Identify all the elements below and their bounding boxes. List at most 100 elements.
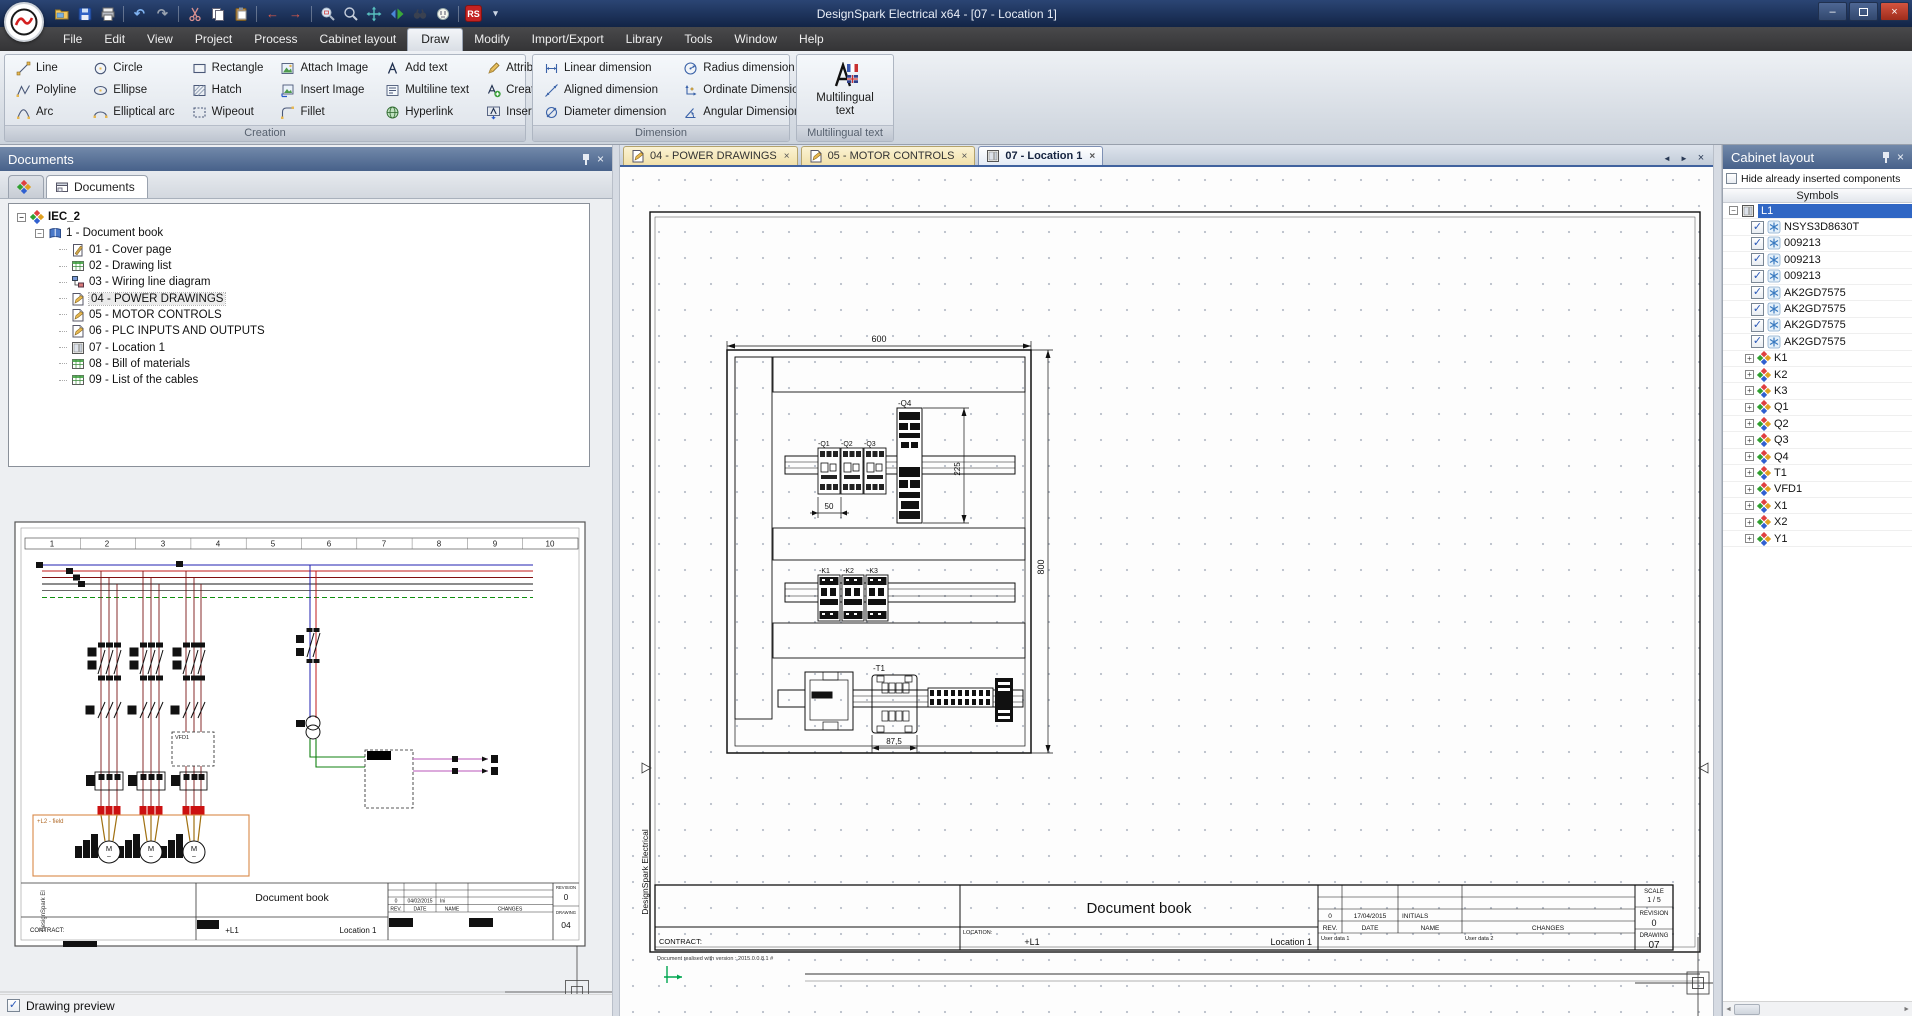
close-tab-icon[interactable]: × bbox=[962, 151, 968, 162]
tree-item-drawing-list[interactable]: 02 - Drawing list bbox=[11, 258, 587, 274]
component-row[interactable]: +T1 bbox=[1723, 465, 1912, 481]
expand-icon[interactable]: + bbox=[1745, 485, 1754, 494]
symbol-checkbox[interactable]: ✓ bbox=[1751, 270, 1764, 283]
attach-image-button[interactable]: Attach Image bbox=[276, 57, 372, 79]
menu-help[interactable]: Help bbox=[788, 28, 835, 51]
collapse-icon[interactable]: − bbox=[17, 213, 26, 222]
component-row[interactable]: +K1 bbox=[1723, 351, 1912, 367]
expand-icon[interactable]: + bbox=[1745, 534, 1754, 543]
tree-item-location-1[interactable]: 07 - Location 1 bbox=[11, 339, 587, 355]
menu-edit[interactable]: Edit bbox=[93, 28, 136, 51]
menu-view[interactable]: View bbox=[136, 28, 184, 51]
symbols-column-header[interactable]: Symbols bbox=[1723, 188, 1912, 203]
contactors-k1-k3[interactable] bbox=[818, 575, 888, 621]
expand-icon[interactable]: + bbox=[1745, 354, 1754, 363]
close-panel-icon[interactable]: × bbox=[597, 153, 604, 165]
component-icon[interactable] bbox=[433, 4, 452, 23]
circle-button[interactable]: Circle bbox=[89, 57, 178, 79]
forward-icon[interactable]: → bbox=[286, 4, 305, 23]
project-tab[interactable] bbox=[8, 175, 44, 198]
close-panel-icon[interactable]: × bbox=[1897, 151, 1904, 163]
menu-tools[interactable]: Tools bbox=[673, 28, 723, 51]
hyperlink-button[interactable]: Hyperlink bbox=[381, 101, 473, 123]
scroll-left-icon[interactable]: ◄ bbox=[1725, 1006, 1732, 1013]
tree-node-l1[interactable]: − L1 bbox=[1723, 203, 1912, 219]
expand-icon[interactable]: + bbox=[1745, 436, 1754, 445]
symbol-row[interactable]: ✓009213 bbox=[1723, 252, 1912, 268]
find-icon[interactable] bbox=[410, 4, 429, 23]
diameter-dimension-button[interactable]: Diameter dimension bbox=[540, 101, 670, 123]
scrollbar-thumb[interactable] bbox=[1734, 1004, 1760, 1015]
vfd-unit[interactable] bbox=[805, 672, 853, 730]
documents-tab[interactable]: Documents bbox=[46, 175, 148, 198]
expand-icon[interactable]: + bbox=[1745, 501, 1754, 510]
symbol-checkbox[interactable]: ✓ bbox=[1751, 319, 1764, 332]
expand-icon[interactable]: + bbox=[1745, 370, 1754, 379]
multilingual-text-button[interactable]: Multilingual text bbox=[804, 62, 886, 118]
wipeout-button[interactable]: Wipeout bbox=[188, 101, 268, 123]
close-drawing-icon[interactable]: × bbox=[1694, 151, 1708, 165]
angular-dimension-button[interactable]: Angular Dimension bbox=[679, 101, 809, 123]
polyline-button[interactable]: Polyline bbox=[12, 79, 80, 101]
back-icon[interactable]: ← bbox=[263, 4, 282, 23]
paste-icon[interactable] bbox=[231, 4, 250, 23]
print-icon[interactable] bbox=[98, 4, 117, 23]
symbol-checkbox[interactable]: ✓ bbox=[1751, 237, 1764, 250]
symbol-row[interactable]: ✓009213 bbox=[1723, 236, 1912, 252]
drawing-canvas[interactable]: -Q1 -Q2 -Q3 -Q4 -K1 -K2 -K3 -T1 600 800 bbox=[620, 167, 1713, 1016]
tree-item-cover-page[interactable]: 01 - Cover page bbox=[11, 242, 587, 258]
symbol-checkbox[interactable]: ✓ bbox=[1751, 253, 1764, 266]
component-row[interactable]: +K3 bbox=[1723, 383, 1912, 399]
copy-icon[interactable] bbox=[208, 4, 227, 23]
tree-item-wiring-line-diagram[interactable]: 03 - Wiring line diagram bbox=[11, 274, 587, 290]
symbol-checkbox[interactable]: ✓ bbox=[1751, 221, 1764, 234]
pan-icon[interactable] bbox=[364, 4, 383, 23]
expand-icon[interactable]: + bbox=[1745, 518, 1754, 527]
maximize-button[interactable] bbox=[1849, 2, 1878, 21]
right-splitter[interactable] bbox=[1713, 145, 1722, 1016]
radius-dimension-button[interactable]: Radius dimension bbox=[679, 57, 809, 79]
scroll-tabs-right-icon[interactable]: ► bbox=[1677, 151, 1691, 165]
component-row[interactable]: +Q3 bbox=[1723, 432, 1912, 448]
open-icon[interactable] bbox=[52, 4, 71, 23]
tree-item-plc-inputs-outputs[interactable]: 06 - PLC INPUTS AND OUTPUTS bbox=[11, 323, 587, 339]
tab-power-drawings[interactable]: 04 - POWER DRAWINGS× bbox=[623, 146, 798, 165]
expand-icon[interactable]: + bbox=[1745, 419, 1754, 428]
horizontal-scrollbar[interactable]: ◄ ► bbox=[1723, 1001, 1912, 1016]
linear-dimension-button[interactable]: Linear dimension bbox=[540, 57, 670, 79]
close-button[interactable]: × bbox=[1880, 2, 1909, 21]
expand-icon[interactable]: + bbox=[1745, 468, 1754, 477]
menu-draw[interactable]: Draw bbox=[407, 28, 463, 51]
tree-node-project[interactable]: − IEC_2 bbox=[11, 209, 587, 225]
fillet-button[interactable]: Fillet bbox=[276, 101, 372, 123]
symbol-row[interactable]: ✓AK2GD7575 bbox=[1723, 301, 1912, 317]
menu-window[interactable]: Window bbox=[723, 28, 788, 51]
rectangle-button[interactable]: Rectangle bbox=[188, 57, 268, 79]
tree-item-power-drawings[interactable]: 04 - POWER DRAWINGS bbox=[11, 290, 587, 306]
symbol-checkbox[interactable]: ✓ bbox=[1751, 303, 1764, 316]
tree-item-motor-controls[interactable]: 05 - MOTOR CONTROLS bbox=[11, 307, 587, 323]
component-row[interactable]: +Q4 bbox=[1723, 449, 1912, 465]
breakers-q1-q3[interactable] bbox=[818, 448, 886, 494]
menu-file[interactable]: File bbox=[52, 28, 93, 51]
hide-inserted-checkbox[interactable] bbox=[1726, 173, 1737, 184]
scroll-tabs-left-icon[interactable]: ◄ bbox=[1660, 151, 1674, 165]
zoom-icon[interactable] bbox=[341, 4, 360, 23]
arc-button[interactable]: Arc bbox=[12, 101, 80, 123]
line-button[interactable]: Line bbox=[12, 57, 80, 79]
symbol-row[interactable]: ✓NSYS3D8630T bbox=[1723, 219, 1912, 235]
left-splitter[interactable] bbox=[612, 145, 620, 1016]
symbol-checkbox[interactable]: ✓ bbox=[1751, 335, 1764, 348]
component-row[interactable]: +K2 bbox=[1723, 367, 1912, 383]
save-icon[interactable] bbox=[75, 4, 94, 23]
menu-library[interactable]: Library bbox=[615, 28, 674, 51]
zoom-window-icon[interactable] bbox=[318, 4, 337, 23]
add-text-button[interactable]: Add text bbox=[381, 57, 473, 79]
menu-modify[interactable]: Modify bbox=[463, 28, 520, 51]
undo-icon[interactable]: ↶ bbox=[130, 4, 149, 23]
tab-location-1[interactable]: 07 - Location 1× bbox=[978, 146, 1103, 165]
minimize-button[interactable]: – bbox=[1818, 2, 1847, 21]
tree-item-bill-of-materials[interactable]: 08 - Bill of materials bbox=[11, 356, 587, 372]
ellipse-button[interactable]: Ellipse bbox=[89, 79, 178, 101]
zoom-fit-icon[interactable] bbox=[387, 4, 406, 23]
